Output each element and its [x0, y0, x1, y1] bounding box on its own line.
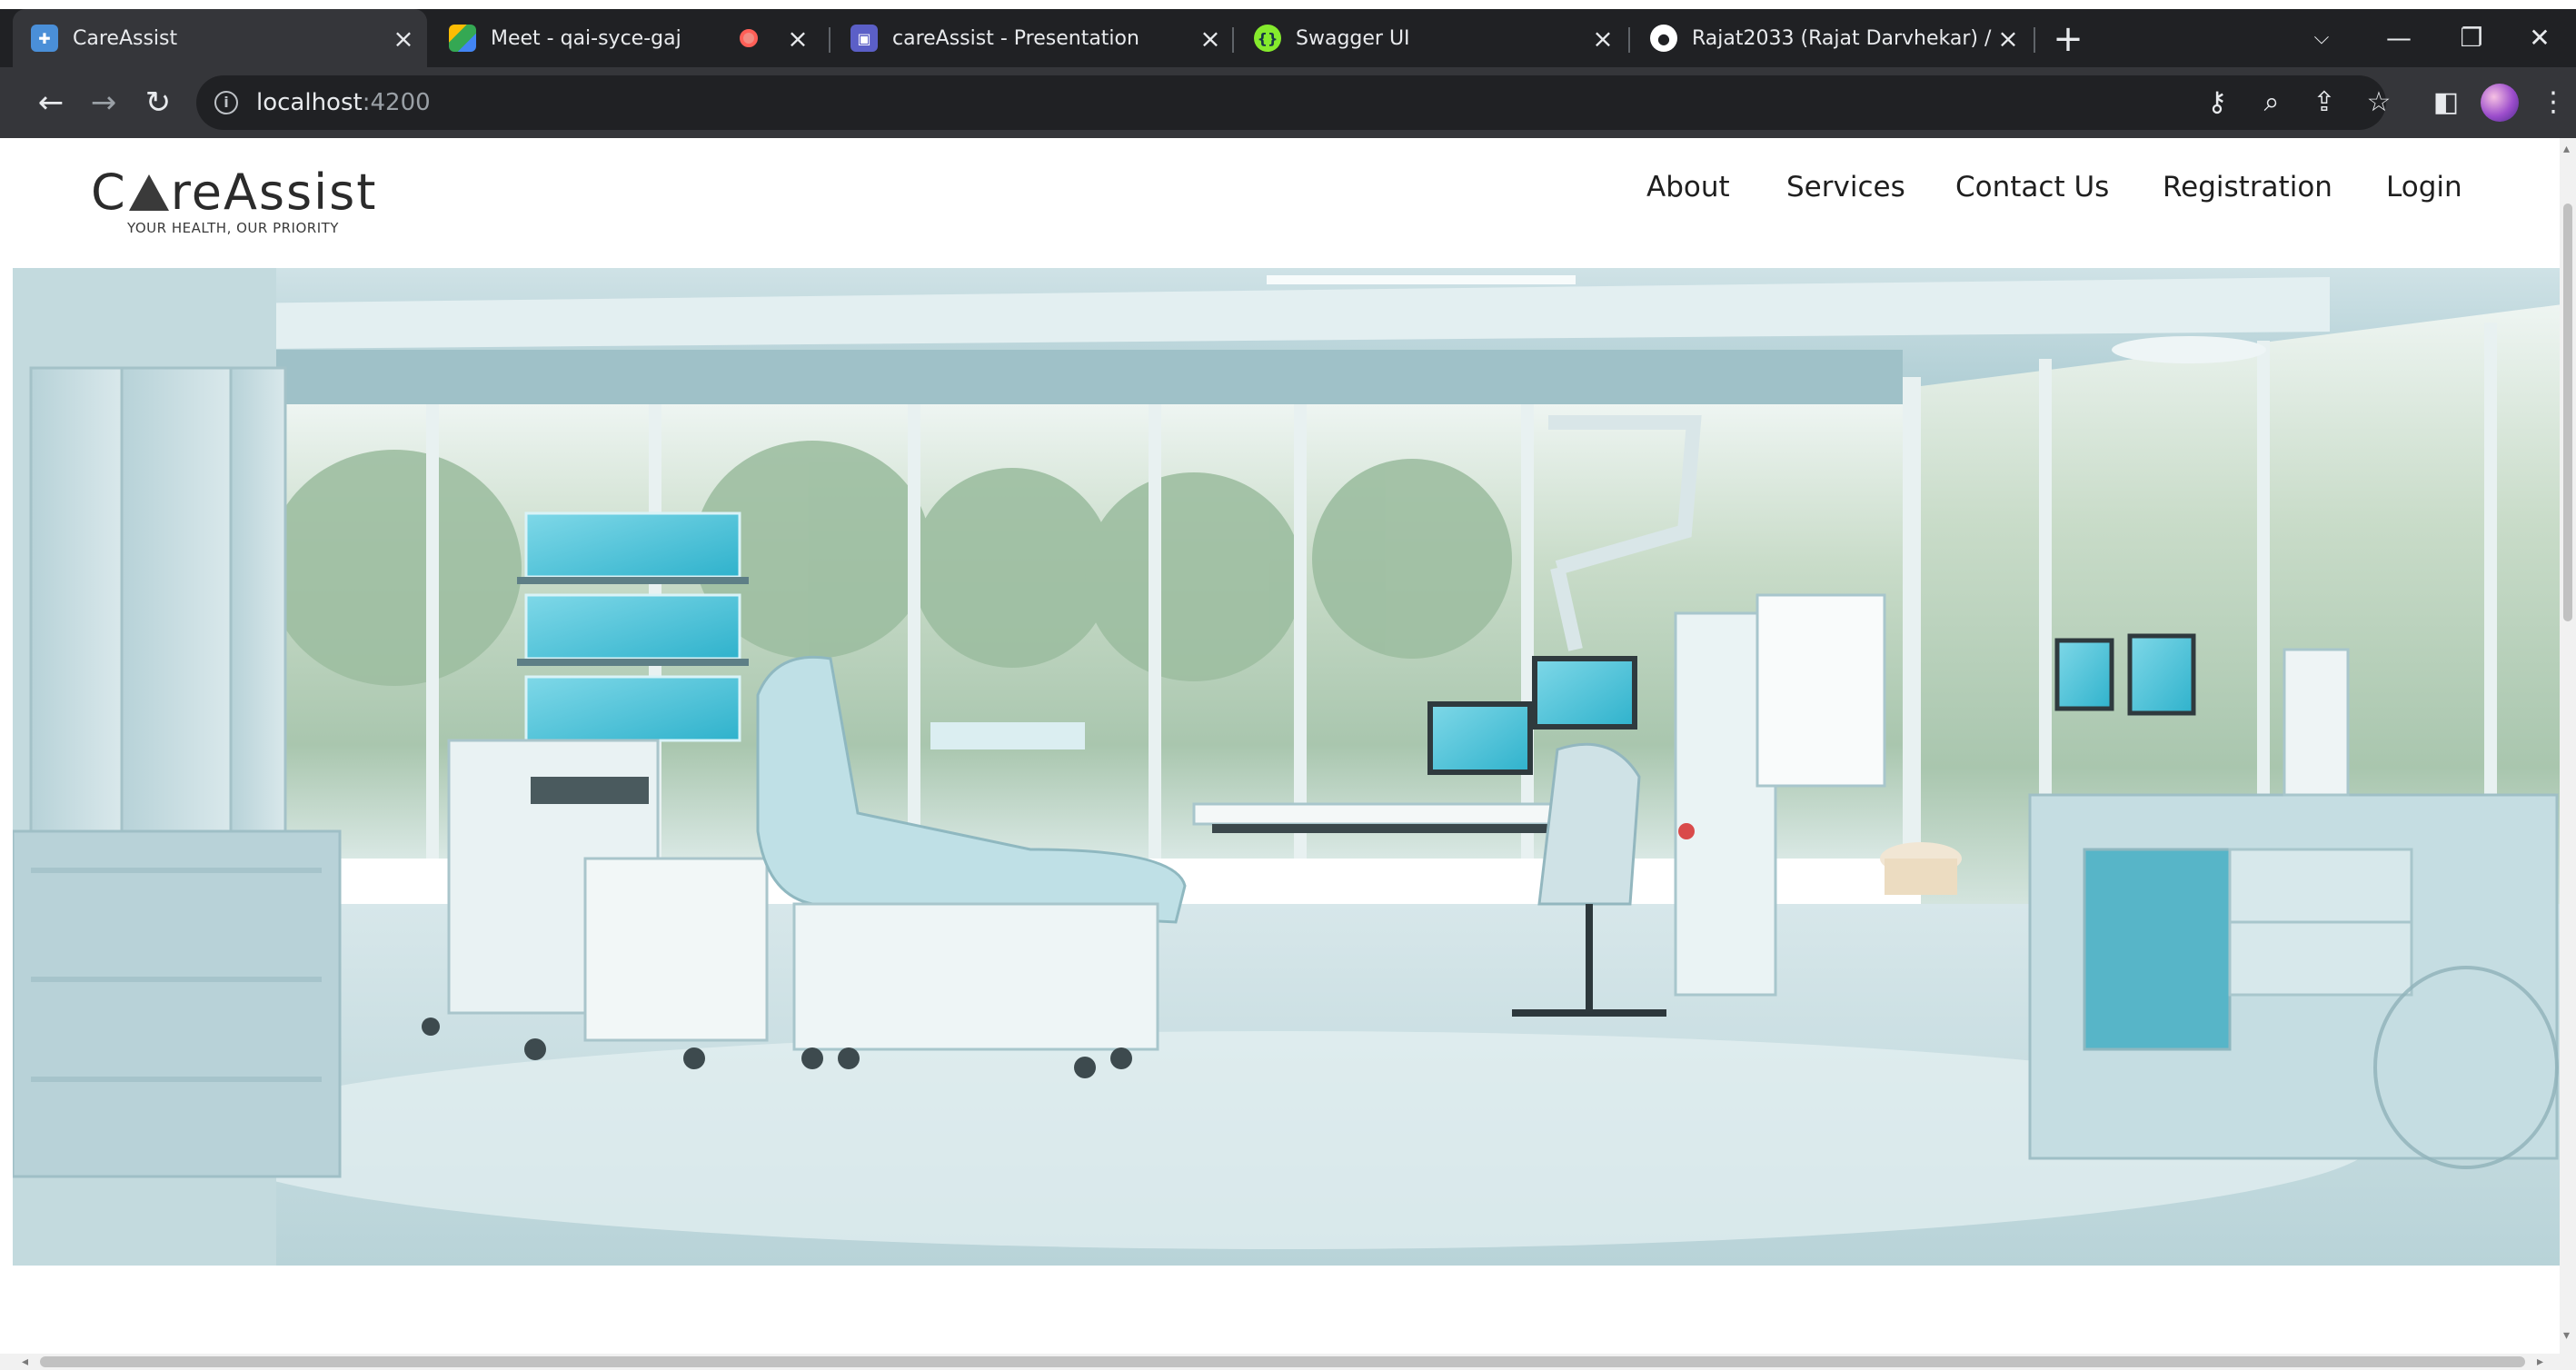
forward-arrow-icon[interactable]: → [82, 81, 125, 124]
hero-image [13, 268, 2562, 1266]
close-tab-icon[interactable]: × [387, 24, 420, 54]
tab-swagger[interactable]: {} Swagger UI × [1236, 9, 1626, 67]
tab-title: careAssist - Presentation [892, 26, 1139, 50]
nav-login[interactable]: Login [2386, 171, 2462, 204]
site-tagline: YOUR HEALTH, OUR PRIORITY [127, 220, 339, 236]
swagger-icon: {} [1254, 25, 1281, 52]
scroll-right-arrow-icon[interactable]: ▸ [2537, 1355, 2543, 1369]
browser-toolbar: ← → ↻ i localhost:4200 ⚷ ⌕ ⇪ ☆ ◧ ⋮ [0, 67, 2576, 138]
tab-github[interactable]: ● Rajat2033 (Rajat Darvhekar) / Se × [1632, 9, 2032, 67]
close-tab-icon[interactable]: × [1586, 24, 1619, 54]
vertical-scrollbar[interactable]: ▴ ▾ [2560, 138, 2576, 1354]
tab-separator [829, 27, 830, 53]
address-host: localhost [256, 89, 363, 116]
site-info-icon[interactable]: i [214, 91, 238, 114]
minimize-window-icon[interactable]: — [2362, 9, 2435, 67]
bookmark-star-icon[interactable]: ☆ [2357, 81, 2401, 124]
nav-about[interactable]: About [1646, 171, 1730, 204]
reload-icon[interactable]: ↻ [136, 81, 180, 124]
tab-strip: ✚ CareAssist × Meet - qai-syce-gaj × ▣ c… [0, 9, 2576, 67]
password-key-icon[interactable]: ⚷ [2195, 81, 2239, 124]
profile-avatar[interactable] [2481, 84, 2519, 122]
nav-registration[interactable]: Registration [2163, 171, 2332, 204]
close-tab-icon[interactable]: × [1194, 24, 1227, 54]
nav-services[interactable]: Services [1786, 171, 1905, 204]
scroll-down-arrow-icon[interactable]: ▾ [2563, 1328, 2570, 1343]
scroll-left-arrow-icon[interactable]: ◂ [22, 1355, 28, 1369]
tab-separator [2034, 27, 2035, 53]
site-logo: CreAssist [91, 165, 377, 220]
screen-top-edge [0, 0, 2576, 9]
close-tab-icon[interactable]: × [781, 24, 814, 54]
new-tab-button[interactable]: + [2046, 18, 2090, 62]
nav-contact-us[interactable]: Contact Us [1955, 171, 2109, 204]
tab-presentation[interactable]: ▣ careAssist - Presentation × [832, 9, 1234, 67]
page-viewport: CreAssist YOUR HEALTH, OUR PRIORITY Abou… [0, 138, 2576, 1354]
address-bar[interactable]: i localhost:4200 [196, 75, 2386, 130]
google-meet-icon [449, 25, 476, 52]
tab-meet[interactable]: Meet - qai-syce-gaj × [431, 9, 821, 67]
share-icon[interactable]: ⇪ [2302, 81, 2346, 124]
address-port: :4200 [362, 89, 431, 116]
back-arrow-icon[interactable]: ← [29, 81, 73, 124]
menu-kebab-icon[interactable]: ⋮ [2531, 81, 2575, 124]
tab-careassist[interactable]: ✚ CareAssist × [13, 9, 427, 67]
tab-title: Meet - qai-syce-gaj [491, 26, 681, 50]
close-tab-icon[interactable]: × [1992, 24, 2024, 54]
side-panel-icon[interactable]: ◧ [2424, 81, 2468, 124]
vertical-scroll-thumb[interactable] [2563, 204, 2572, 621]
tab-separator [1628, 27, 1630, 53]
tab-title: Swagger UI [1296, 26, 1410, 50]
horizontal-scroll-thumb[interactable] [40, 1356, 2525, 1367]
github-icon: ● [1650, 25, 1677, 52]
logo-text-start: C [91, 164, 127, 221]
restore-window-icon[interactable]: ❐ [2435, 9, 2508, 67]
scroll-up-arrow-icon[interactable]: ▴ [2563, 142, 2570, 156]
logo-text-end: reAssist [170, 164, 378, 221]
clinic-room-illustration-icon [13, 268, 2562, 1266]
logo-triangle-icon [128, 174, 169, 211]
horizontal-scrollbar[interactable]: ◂ ▸ [0, 1354, 2576, 1370]
zoom-icon[interactable]: ⌕ [2250, 81, 2293, 124]
site-brand[interactable]: CreAssist YOUR HEALTH, OUR PRIORITY [91, 165, 377, 237]
tab-title: CareAssist [73, 26, 178, 50]
close-window-icon[interactable]: ✕ [2503, 9, 2576, 67]
tab-title: Rajat2033 (Rajat Darvhekar) / Se [1692, 26, 1992, 50]
tab-search-icon[interactable]: ⌵ [2285, 9, 2358, 67]
recording-indicator-icon [740, 29, 758, 47]
tab-separator [1232, 27, 1234, 53]
careassist-favicon-icon: ✚ [31, 25, 58, 52]
presentation-icon: ▣ [850, 25, 878, 52]
